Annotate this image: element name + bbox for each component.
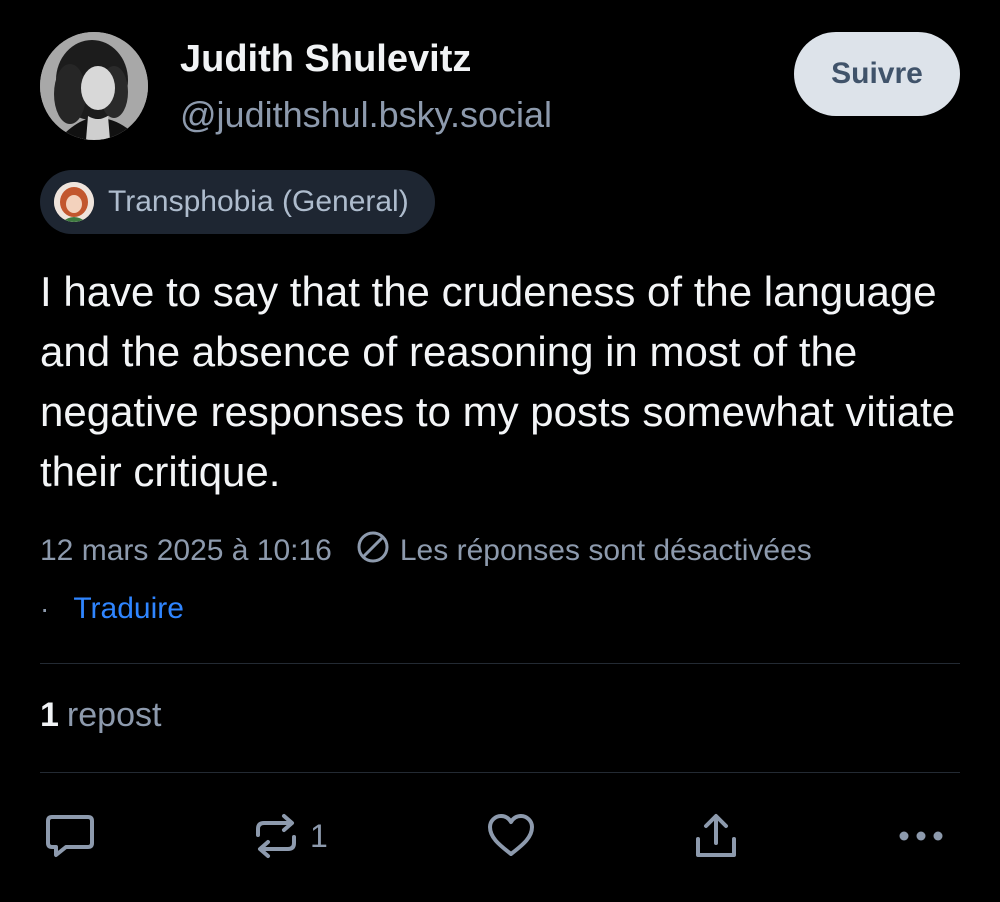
repost-button[interactable]: 1 (252, 808, 328, 864)
repost-stats[interactable]: 1 repost (40, 696, 161, 735)
follow-button[interactable]: Suivre (794, 32, 960, 116)
labeler-avatar-icon (54, 182, 94, 222)
more-icon (896, 826, 946, 846)
repost-count: 1 (310, 817, 328, 854)
heart-icon (486, 812, 536, 860)
like-button[interactable] (486, 808, 536, 864)
post-timestamp[interactable]: 12 mars 2025 à 10:16 (40, 534, 332, 568)
blocked-icon (356, 530, 390, 572)
divider (40, 663, 960, 664)
post-meta: 12 mars 2025 à 10:16 Les réponses sont d… (40, 530, 812, 572)
repost-count-label: repost (66, 696, 162, 734)
separator-dot: · (40, 593, 50, 624)
replies-disabled-text: Les réponses sont désactivées (399, 534, 812, 567)
translate-row: · Traduire (40, 592, 184, 626)
share-button[interactable] (692, 808, 740, 864)
reply-button[interactable] (44, 808, 96, 864)
author-avatar[interactable] (40, 32, 148, 140)
post-thread-item: Judith Shulevitz @judithshul.bsky.social… (0, 0, 1000, 902)
post-text: I have to say that the crudeness of the … (40, 268, 956, 495)
content-label-pill[interactable]: Transphobia (General) (40, 170, 435, 234)
divider (40, 772, 960, 773)
content-label-text: Transphobia (General) (108, 185, 409, 218)
author-handle[interactable]: @judithshul.bsky.social (180, 94, 552, 136)
author-avatar-image (40, 32, 148, 140)
more-options-button[interactable] (896, 808, 946, 864)
reply-icon (44, 811, 96, 861)
repost-icon (252, 811, 300, 861)
translate-link[interactable]: Traduire (73, 592, 184, 626)
share-icon (692, 811, 740, 861)
repost-count-number: 1 (40, 696, 59, 734)
replies-disabled-notice: Les réponses sont désactivées (356, 530, 812, 572)
author-display-name[interactable]: Judith Shulevitz (180, 38, 471, 81)
